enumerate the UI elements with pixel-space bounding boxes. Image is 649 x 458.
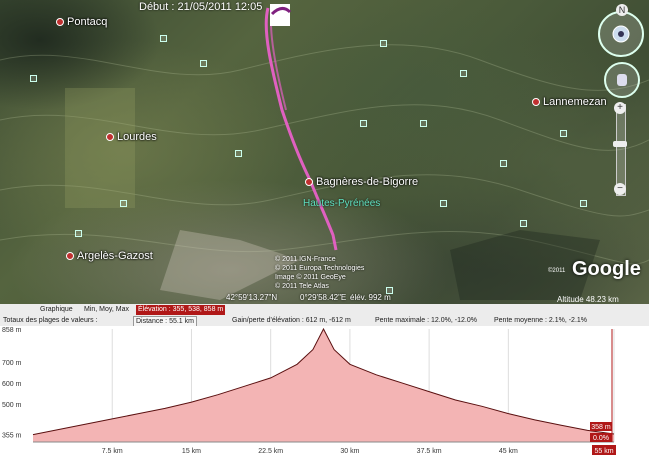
gps-track[interactable] [264,7,338,251]
poi-icon[interactable] [120,200,127,207]
avg-slope-value: Pente moyenne : 2.1%, -2.1% [494,317,587,324]
end-slope-label: 0.0% [593,435,609,442]
zoom-in-button[interactable]: + [614,102,626,114]
max-slope-value: Pente maximale : 12.0%, -12.0% [375,317,477,324]
poi-icon[interactable] [420,120,427,127]
x-tick-label: 30 km [340,448,359,455]
y-tick-label: 500 m [2,402,22,409]
poi-icon[interactable] [200,60,207,67]
poi-icon[interactable] [500,160,507,167]
eye-icon [612,25,630,43]
x-tick-label: 55 km [594,448,613,455]
gain-loss-value: Gain/perte d'élévation : 612 m, -612 m [232,317,351,324]
track-start-label: Début : 21/05/2011 12:05 [139,1,263,13]
poi-icon[interactable] [380,40,387,47]
poi-icon[interactable] [160,35,167,42]
elevation-tab[interactable]: Élévation : 355, 538, 858 m [136,305,226,315]
elevation-profile-chart[interactable]: 858 m 700 m 600 m 500 m 355 m 7.5 km 15 km 22.5… [0,326,649,458]
poi-icon[interactable] [235,150,242,157]
longitude-readout: 0°29'58.42"E [300,293,347,302]
range-totals-label: Totaux des plages de valeurs : [3,317,98,324]
poi-icon[interactable] [440,200,447,207]
place-dot-icon [532,98,540,107]
elevation-area [33,329,614,442]
stats-label: Min, Moy, Max [84,306,129,313]
poi-icon[interactable] [30,75,37,82]
poi-icon[interactable] [460,70,467,77]
x-tick-label: 7.5 km [102,448,123,455]
x-tick-label: 45 km [499,448,518,455]
y-tick-label: 355 m [2,433,22,440]
hand-icon [617,74,627,86]
y-tick-label: 858 m [2,327,22,334]
google-logo: Google [572,258,641,280]
map-view[interactable]: Début : 21/05/2011 12:05 Pontacq Lourdes… [0,0,649,304]
place-dot-icon [66,252,74,261]
zoom-out-button[interactable]: − [614,183,626,195]
map-credits: © 2011 IGN-France © 2011 Europa Technolo… [275,256,365,290]
end-value-label: 358 m [591,424,611,431]
place-dot-icon [56,18,64,27]
elevation-profile-header: Graphique Min, Moy, Max Élévation : 355,… [0,304,649,328]
move-control[interactable] [604,62,640,98]
poi-icon[interactable] [360,120,367,127]
y-tick-label: 600 m [2,381,22,388]
y-tick-label: 700 m [2,360,22,367]
compass-north-icon[interactable]: N [616,4,628,16]
x-tick-label: 37.5 km [417,448,442,455]
poi-icon[interactable] [560,130,567,137]
poi-icon[interactable] [520,220,527,227]
elevation-readout: élév. 992 m [350,293,391,302]
place-dot-icon [106,133,114,142]
x-tick-label: 22.5 km [258,448,283,455]
place-lannemezan[interactable]: Lannemezan [532,96,607,108]
x-tick-label: 15 km [182,448,201,455]
place-lourdes[interactable]: Lourdes [106,131,157,143]
place-argeles[interactable]: Argelès-Gazost [66,250,153,262]
zoom-slider-handle[interactable] [613,141,627,147]
look-control[interactable] [598,11,644,57]
place-pontacq[interactable]: Pontacq [56,16,107,28]
poi-icon[interactable] [75,230,82,237]
elevation-chart-svg[interactable]: 858 m 700 m 600 m 500 m 355 m 7.5 km 15 km 22.5… [0,326,649,458]
place-bagneres[interactable]: Bagnères-de-Bigorre [305,176,418,188]
place-dot-icon [305,178,313,187]
region-label: Hautes-Pyrénées [303,198,381,209]
latitude-readout: 42°59'13.27"N [226,293,278,302]
logo-year: ©2011 [548,268,566,274]
graph-label: Graphique [40,306,73,313]
altitude-readout: Altitude 48.23 km [557,295,619,304]
poi-icon[interactable] [580,200,587,207]
